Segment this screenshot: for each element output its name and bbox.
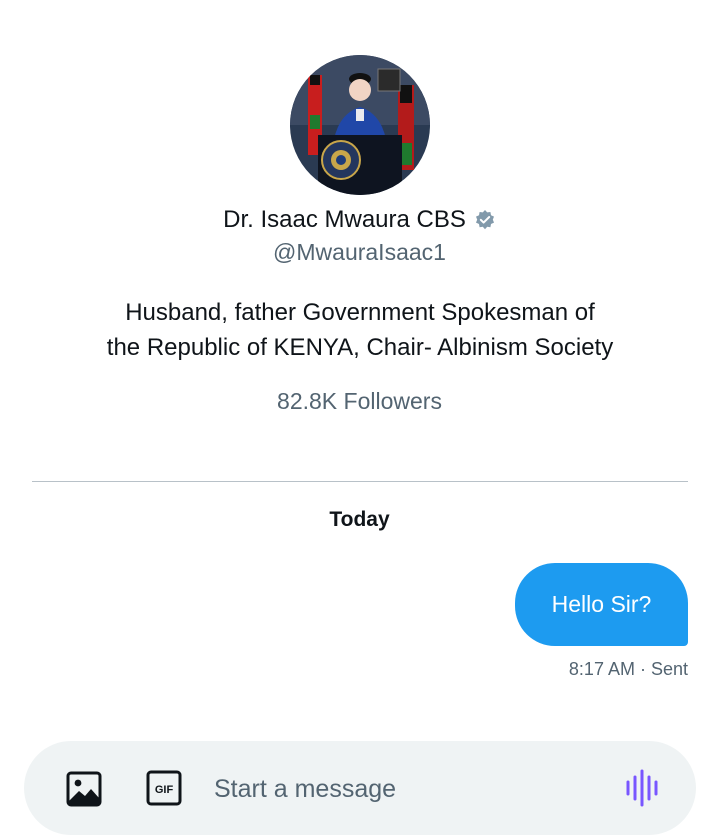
message-bubble-outgoing[interactable]: Hello Sir? <box>515 563 688 646</box>
message-meta: 8:17 AM · Sent <box>568 659 688 679</box>
divider <box>32 481 688 482</box>
avatar[interactable] <box>290 55 430 195</box>
profile-handle: @MwauraIsaac1 <box>273 239 446 265</box>
followers-count[interactable]: 82.8K Followers <box>0 388 719 415</box>
message-composer: GIF <box>24 741 696 835</box>
image-icon[interactable] <box>64 769 104 809</box>
profile-name: Dr. Isaac Mwaura CBS <box>223 206 466 233</box>
profile-bio: Husband, father Government Spokesman of … <box>60 295 660 365</box>
gif-label: GIF <box>155 784 174 796</box>
bio-line: Husband, father Government Spokesman of <box>125 299 595 326</box>
bio-line: the Republic of KENYA, Chair- Albinism S… <box>106 334 614 361</box>
profile-name-row: Dr. Isaac Mwaura CBS <box>0 206 719 234</box>
verified-badge-icon <box>474 209 496 231</box>
message-input[interactable] <box>212 769 596 809</box>
message-text: Hello Sir? <box>551 591 652 617</box>
date-separator: Today <box>329 508 390 531</box>
gif-button[interactable]: GIF <box>145 769 183 807</box>
voice-waveform-icon[interactable] <box>624 768 664 808</box>
